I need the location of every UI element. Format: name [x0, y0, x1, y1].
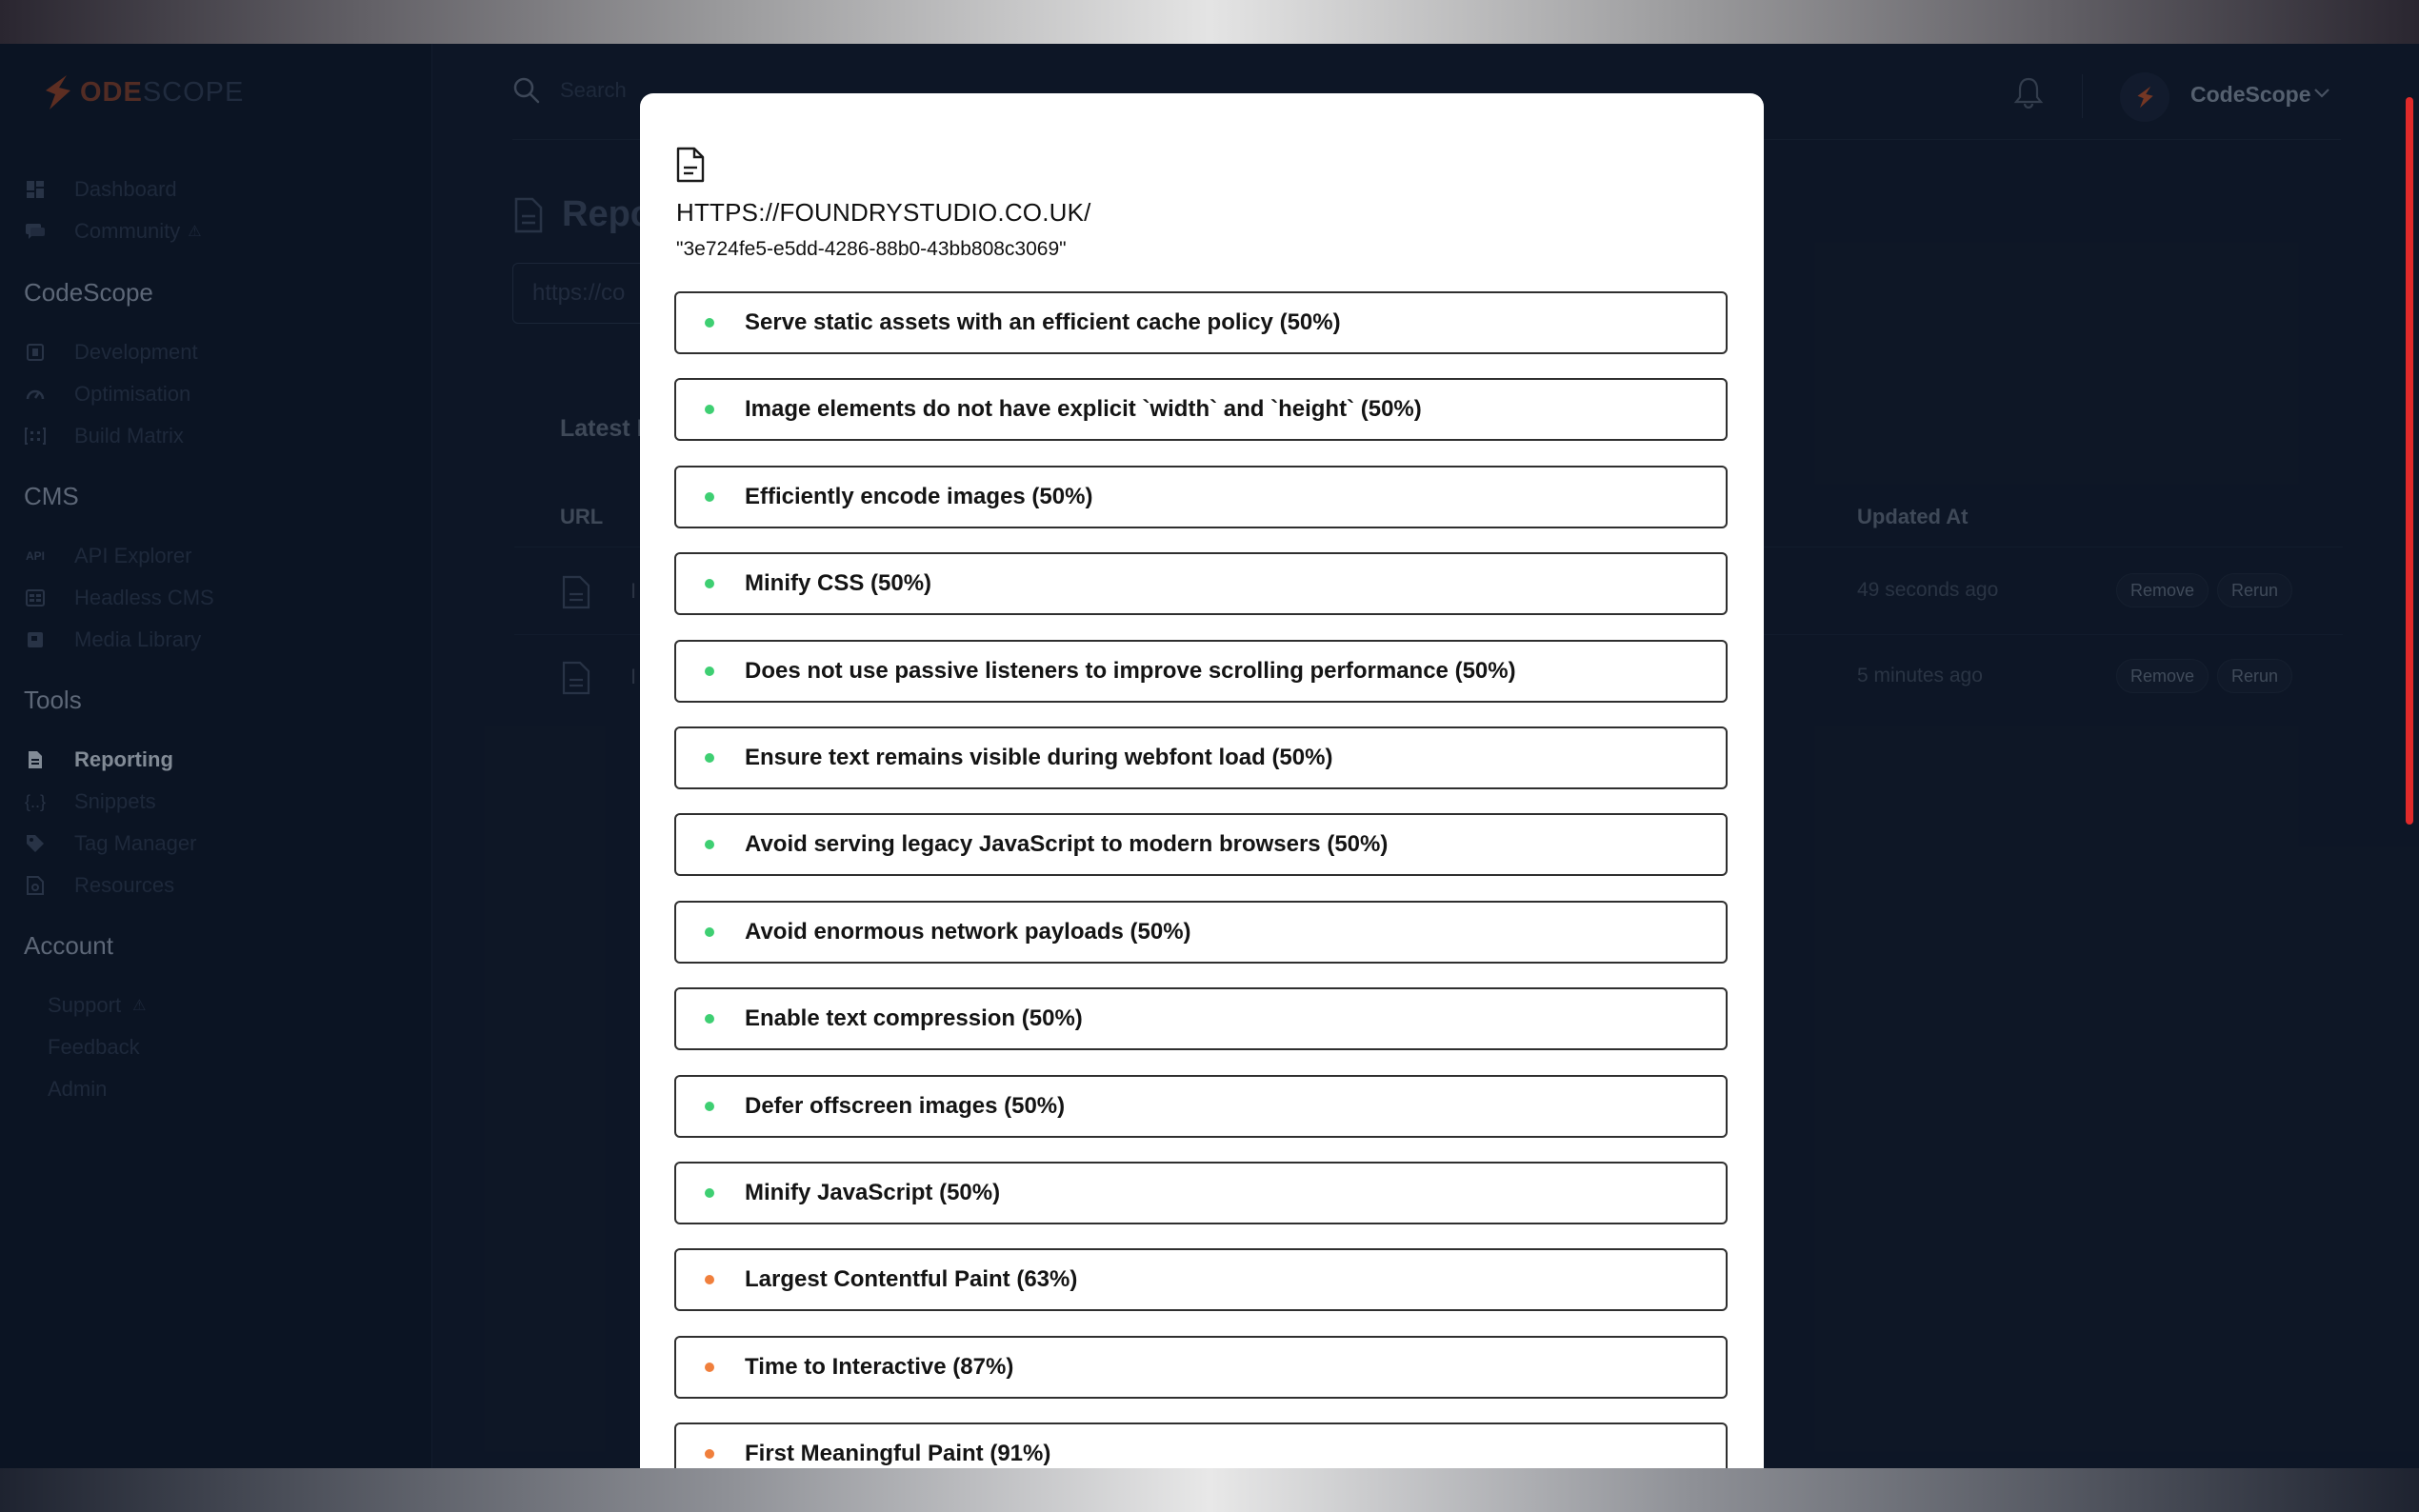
- status-dot-icon: [705, 491, 714, 502]
- audit-item[interactable]: Defer offscreen images (50%): [674, 1074, 1728, 1138]
- status-dot-icon: [705, 1014, 714, 1025]
- audit-label: Minify JavaScript (50%): [745, 1179, 1001, 1205]
- scrollbar[interactable]: [2406, 97, 2413, 825]
- app-window: ODESCOPE Dashboard Community ⚠ CodeScope…: [0, 44, 2419, 1468]
- audit-label: Enable text compression (50%): [745, 1005, 1083, 1032]
- audit-item[interactable]: Ensure text remains visible during webfo…: [674, 726, 1728, 789]
- audit-item[interactable]: Efficiently encode images (50%): [674, 465, 1728, 528]
- status-dot-icon: [705, 1187, 714, 1198]
- status-dot-icon: [705, 1362, 714, 1372]
- audit-label: First Meaningful Paint (91%): [745, 1441, 1051, 1467]
- audit-item[interactable]: Avoid serving legacy JavaScript to moder…: [674, 813, 1728, 877]
- audit-item[interactable]: First Meaningful Paint (91%): [674, 1422, 1728, 1468]
- status-dot-icon: [705, 666, 714, 676]
- modal-title: HTTPS://FOUNDRYSTUDIO.CO.UK/: [676, 198, 1091, 227]
- audit-item[interactable]: Minify JavaScript (50%): [674, 1161, 1728, 1224]
- status-dot-icon: [705, 318, 714, 328]
- status-dot-icon: [705, 1101, 714, 1111]
- window-bottom-band: [0, 1468, 2419, 1512]
- report-modal: HTTPS://FOUNDRYSTUDIO.CO.UK/ "3e724fe5-e…: [640, 93, 1764, 1468]
- audit-label: Ensure text remains visible during webfo…: [745, 744, 1333, 770]
- audit-item[interactable]: Serve static assets with an efficient ca…: [674, 291, 1728, 354]
- status-dot-icon: [705, 752, 714, 763]
- audit-item[interactable]: Minify CSS (50%): [674, 552, 1728, 616]
- window-top-band: [0, 0, 2419, 44]
- audit-label: Efficiently encode images (50%): [745, 483, 1093, 509]
- audit-item[interactable]: Does not use passive listeners to improv…: [674, 639, 1728, 703]
- audit-label: Image elements do not have explicit `wid…: [745, 396, 1422, 423]
- audit-label: Does not use passive listeners to improv…: [745, 657, 1516, 684]
- status-dot-icon: [705, 579, 714, 589]
- audit-label: Avoid serving legacy JavaScript to moder…: [745, 831, 1389, 858]
- audit-label: Serve static assets with an efficient ca…: [745, 309, 1341, 335]
- audit-item[interactable]: Largest Contentful Paint (63%): [674, 1248, 1728, 1312]
- audit-label: Defer offscreen images (50%): [745, 1092, 1066, 1119]
- audit-item[interactable]: Avoid enormous network payloads (50%): [674, 900, 1728, 964]
- status-dot-icon: [705, 405, 714, 415]
- audit-label: Time to Interactive (87%): [745, 1353, 1014, 1380]
- audit-item[interactable]: Enable text compression (50%): [674, 987, 1728, 1051]
- document-icon: [676, 147, 705, 183]
- status-dot-icon: [705, 1449, 714, 1460]
- audit-label: Avoid enormous network payloads (50%): [745, 918, 1191, 945]
- status-dot-icon: [705, 1275, 714, 1285]
- audit-list: Serve static assets with an efficient ca…: [674, 291, 1728, 1468]
- audit-label: Largest Contentful Paint (63%): [745, 1266, 1078, 1293]
- audit-item[interactable]: Time to Interactive (87%): [674, 1335, 1728, 1399]
- audit-label: Minify CSS (50%): [745, 570, 932, 597]
- audit-item[interactable]: Image elements do not have explicit `wid…: [674, 378, 1728, 442]
- status-dot-icon: [705, 926, 714, 937]
- report-id: "3e724fe5-e5dd-4286-88b0-43bb808c3069": [676, 238, 1067, 260]
- status-dot-icon: [705, 840, 714, 850]
